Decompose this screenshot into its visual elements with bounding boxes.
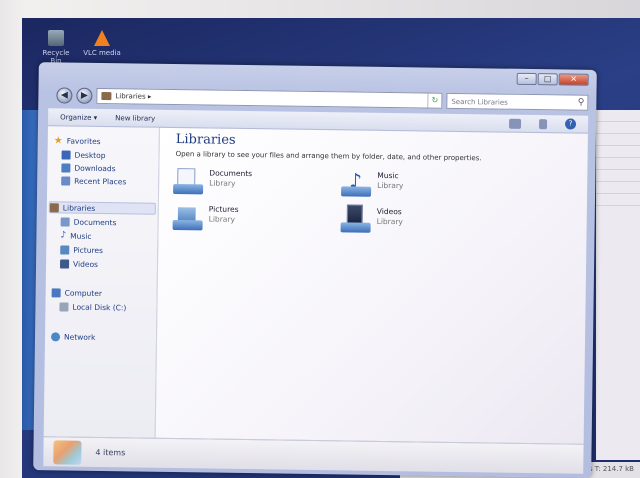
libraries-icon [49, 202, 59, 212]
address-bar[interactable]: Libraries ▸ ↻ [96, 87, 443, 109]
preview-pane-icon[interactable] [538, 118, 548, 129]
documents-library-icon [173, 168, 204, 196]
breadcrumb[interactable]: Libraries ▸ [115, 92, 423, 104]
library-kind: Library [208, 214, 235, 224]
nav-item-label: Local Disk (C:) [72, 302, 127, 312]
documents-icon [60, 216, 70, 227]
desktop-icon [61, 149, 71, 160]
search-icon[interactable]: ⚲ [578, 98, 585, 108]
nav-item-label: Documents [73, 217, 117, 227]
nav-item-recent-places[interactable]: Recent Places [61, 174, 126, 187]
background-app-window [596, 110, 640, 460]
desktop-icon-label: VLC media [83, 49, 121, 57]
videos-library-icon [340, 204, 371, 234]
library-tile-music[interactable]: ♪ Music Library [341, 168, 404, 199]
forward-button[interactable]: ▶ [76, 87, 93, 104]
nav-item-videos[interactable]: Videos [60, 257, 98, 270]
help-icon[interactable]: ? [564, 118, 577, 130]
nav-item-desktop[interactable]: Desktop [61, 148, 106, 161]
maximize-button[interactable]: □ [537, 73, 558, 86]
nav-item-local-disk[interactable]: Local Disk (C:) [59, 300, 126, 313]
back-button[interactable]: ◀ [56, 87, 73, 104]
music-icon: ♪ [60, 230, 67, 241]
item-count: 4 items [95, 447, 126, 458]
nav-item-pictures[interactable]: Pictures [60, 243, 103, 256]
new-library-button[interactable]: New library [115, 114, 155, 123]
nav-libraries-label: Libraries [62, 202, 96, 213]
pictures-icon [60, 244, 70, 255]
search-input[interactable]: Search Libraries ⚲ [446, 92, 589, 111]
library-tile-pictures[interactable]: Pictures Library [172, 204, 239, 233]
page-subtitle: Open a library to see your files and arr… [175, 150, 482, 163]
nav-item-label: Desktop [74, 150, 106, 160]
disk-icon [59, 301, 69, 312]
star-icon: ★ [53, 134, 63, 146]
content-pane: Libraries Open a library to see your fil… [155, 127, 588, 444]
nav-libraries[interactable]: Libraries [48, 201, 157, 215]
recent-places-icon [61, 175, 71, 186]
library-kind: Library [209, 178, 236, 188]
videos-icon [60, 258, 70, 269]
nav-network[interactable]: Network [50, 330, 96, 343]
nav-item-downloads[interactable]: Downloads [61, 161, 116, 174]
nav-item-label: Recent Places [74, 176, 127, 186]
page-title: Libraries [175, 132, 236, 148]
nav-favorites-label: Favorites [66, 136, 101, 146]
nav-network-label: Network [63, 332, 96, 342]
nav-favorites[interactable]: ★ Favorites [54, 134, 101, 147]
music-library-icon: ♪ [341, 168, 372, 198]
nav-computer-label: Computer [64, 288, 103, 298]
caption-buttons: – □ ✕ [516, 72, 589, 86]
nav-computer[interactable]: Computer [51, 286, 103, 299]
close-button[interactable]: ✕ [558, 73, 589, 86]
library-kind: Library [376, 216, 403, 227]
nav-item-label: Pictures [73, 245, 104, 255]
pictures-library-icon [172, 204, 203, 232]
library-name: Documents [209, 168, 253, 179]
recycle-bin-icon [48, 30, 64, 46]
libraries-stack-icon [53, 439, 82, 465]
library-name: Music [377, 170, 399, 181]
library-kind: Library [377, 180, 404, 191]
downloads-icon [61, 162, 71, 173]
computer-icon [51, 287, 61, 297]
search-placeholder: Search Libraries [451, 97, 508, 107]
navigation-row: ◀ ▶ Libraries ▸ ↻ Search Libraries ⚲ [56, 86, 589, 111]
libraries-icon [101, 92, 112, 101]
change-view-icon[interactable] [508, 118, 522, 129]
refresh-icon[interactable]: ↻ [427, 93, 442, 108]
library-name: Pictures [208, 204, 239, 214]
navigation-pane: ★ Favorites Desktop Downloads Recent Pla… [43, 126, 160, 438]
details-pane: 4 items [43, 436, 584, 474]
library-tile-videos[interactable]: Videos Library [340, 204, 404, 235]
nav-item-label: Downloads [74, 163, 116, 173]
nav-item-music[interactable]: ♪ Music [60, 229, 91, 241]
minimize-button[interactable]: – [516, 72, 537, 86]
nav-item-label: Music [70, 231, 92, 241]
nav-item-documents[interactable]: Documents [60, 215, 117, 228]
network-icon [50, 331, 61, 341]
library-tile-documents[interactable]: Documents Library [173, 168, 252, 197]
organize-button[interactable]: Organize ▾ [60, 113, 97, 122]
library-name: Videos [376, 206, 402, 217]
nav-item-label: Videos [73, 259, 99, 269]
explorer-window: – □ ✕ ◀ ▶ Libraries ▸ ↻ Search Libraries… [33, 62, 597, 478]
vlc-cone-icon [94, 30, 110, 46]
